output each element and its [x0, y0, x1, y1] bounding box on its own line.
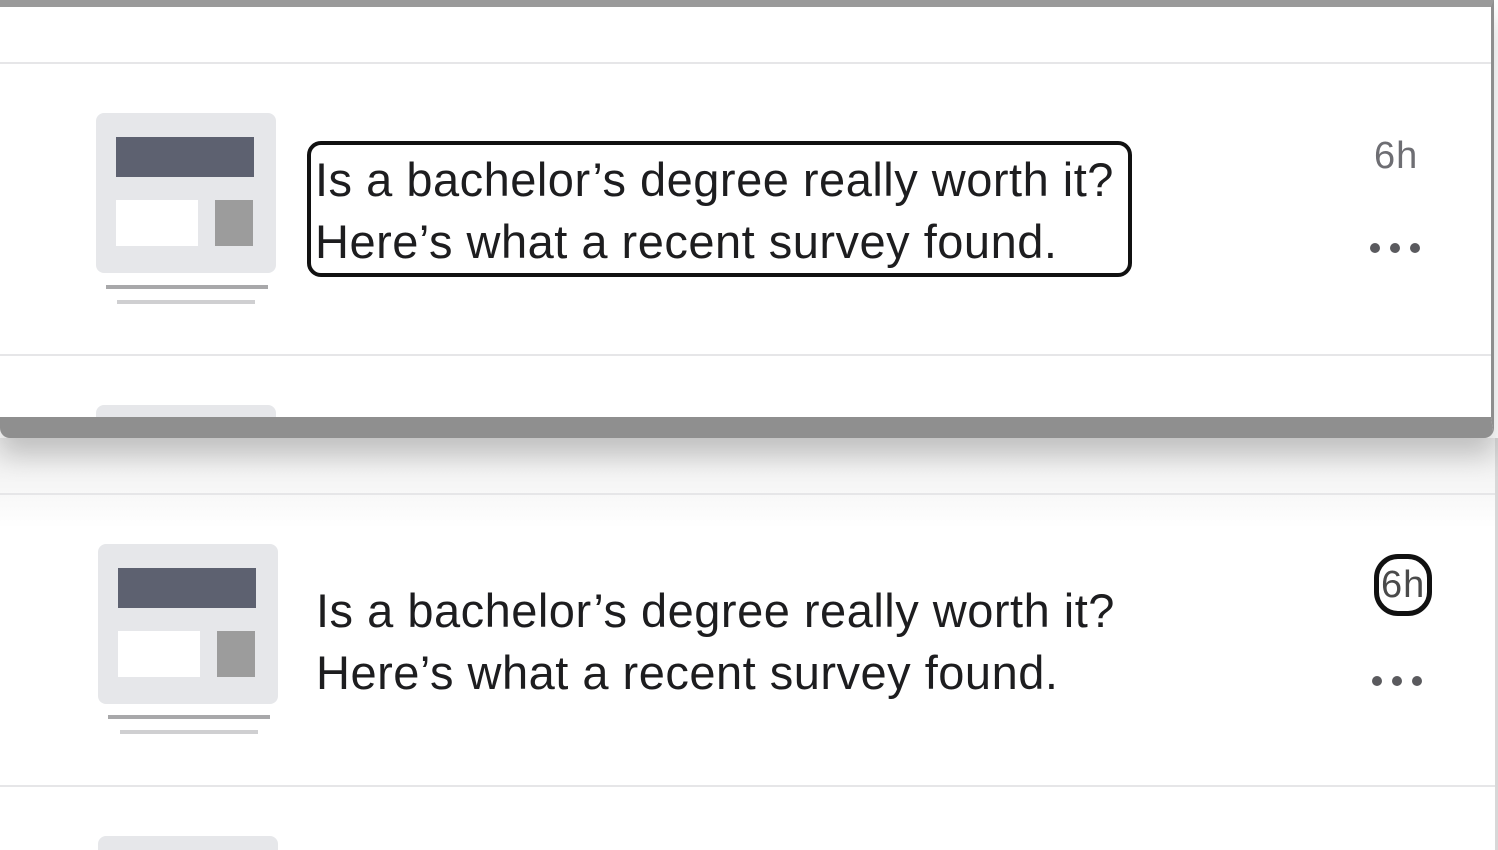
thumbnail-caption-line [108, 715, 270, 719]
headline-line-1: Is a bachelor’s degree really worth it? [316, 584, 1115, 637]
drag-preview-panel[interactable]: Is a bachelor’s degree really worth it? … [0, 0, 1494, 438]
timestamp: 6h [1374, 135, 1419, 177]
next-row-thumbnail-peek [98, 836, 278, 850]
headline-line-2: Here’s what a recent survey found. [315, 215, 1058, 268]
thumbnail-caption-line [117, 300, 255, 304]
news-feed-list[interactable]: Is a bachelor’s degree really worth it? … [0, 438, 1498, 850]
article-headline[interactable]: Is a bachelor’s degree really worth it? … [307, 141, 1132, 277]
article-placeholder-icon [96, 113, 276, 273]
article-headline[interactable]: Is a bachelor’s degree really worth it? … [316, 580, 1115, 704]
timestamp[interactable]: 6h [1374, 554, 1433, 616]
news-row-floating[interactable]: Is a bachelor’s degree really worth it? … [0, 57, 1491, 347]
news-row[interactable]: Is a bachelor’s degree really worth it? … [0, 488, 1494, 778]
article-placeholder-icon [98, 544, 278, 704]
row-divider [0, 785, 1498, 787]
row-divider [0, 354, 1491, 356]
headline-line-1: Is a bachelor’s degree really worth it? [315, 153, 1114, 206]
app-canvas: Is a bachelor’s degree really worth it? … [0, 0, 1498, 850]
more-horizontal-icon[interactable] [1372, 670, 1432, 690]
more-horizontal-icon[interactable] [1370, 237, 1430, 257]
thumbnail-caption-line [120, 730, 258, 734]
next-row-thumbnail-peek [96, 405, 276, 417]
thumbnail-caption-line [106, 285, 268, 289]
headline-line-2: Here’s what a recent survey found. [316, 646, 1059, 699]
